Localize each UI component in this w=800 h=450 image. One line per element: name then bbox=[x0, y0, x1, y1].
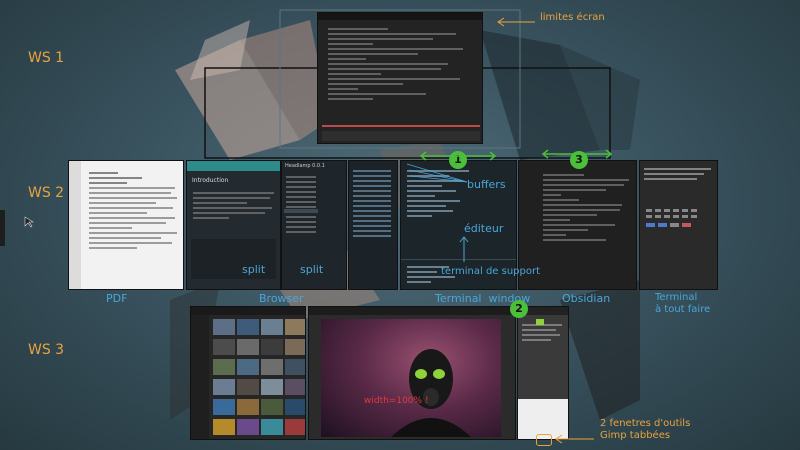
workspace-2-label: WS 2 bbox=[28, 185, 65, 201]
calendar-grid bbox=[646, 209, 697, 227]
width-label: width=100% ! bbox=[364, 396, 429, 406]
browser-sidebar-title: Headlamp 0.0.1 bbox=[285, 163, 325, 169]
browser-label: Browser bbox=[259, 292, 304, 305]
screen-edge-handle[interactable] bbox=[0, 210, 5, 246]
screen-limits-arrow bbox=[497, 17, 535, 27]
workspace-3-label: WS 3 bbox=[28, 342, 65, 358]
obsidian-label: Obsidian bbox=[562, 292, 611, 305]
editor-pointer-arrow bbox=[459, 236, 469, 262]
gimp-tool-dock-window[interactable] bbox=[517, 306, 569, 440]
gimp-tools-arrow bbox=[555, 434, 594, 444]
badge-3-width-arrow bbox=[541, 149, 613, 159]
pdf-label: PDF bbox=[106, 292, 128, 305]
code-pane-window[interactable] bbox=[348, 160, 398, 290]
ws1-chat-window[interactable] bbox=[317, 12, 483, 144]
gimp-canvas-window[interactable]: width=100% ! bbox=[308, 306, 516, 440]
gas-mask-image bbox=[321, 319, 501, 437]
mouse-cursor-icon bbox=[24, 216, 34, 228]
browser-docs-window[interactable]: Headlamp 0.0.1 split bbox=[281, 160, 347, 290]
split-label-2: split bbox=[300, 263, 324, 276]
terminal-all-label: Terminal à tout faire bbox=[655, 292, 711, 315]
general-terminal-window[interactable] bbox=[639, 160, 718, 290]
browser-page-title: Introduction bbox=[192, 177, 229, 184]
gimp-tabs-highlight bbox=[536, 434, 552, 446]
badge-2: 2 bbox=[510, 300, 528, 318]
screen-limits-label: limites écran bbox=[540, 12, 605, 23]
browser-content-window[interactable]: Introduction split bbox=[186, 160, 281, 290]
image-browser-window[interactable] bbox=[190, 306, 306, 440]
gimp-tools-label: 2 fenetres d'outils Gimp tabbées bbox=[600, 418, 691, 441]
pdf-window[interactable] bbox=[68, 160, 184, 290]
split-label-1: split bbox=[242, 263, 266, 276]
buffers-leader-lines bbox=[406, 163, 468, 183]
buffers-label: buffers bbox=[467, 178, 506, 191]
support-terminal-label: terminal de support bbox=[441, 266, 541, 277]
workspace-1-label: WS 1 bbox=[28, 50, 65, 66]
